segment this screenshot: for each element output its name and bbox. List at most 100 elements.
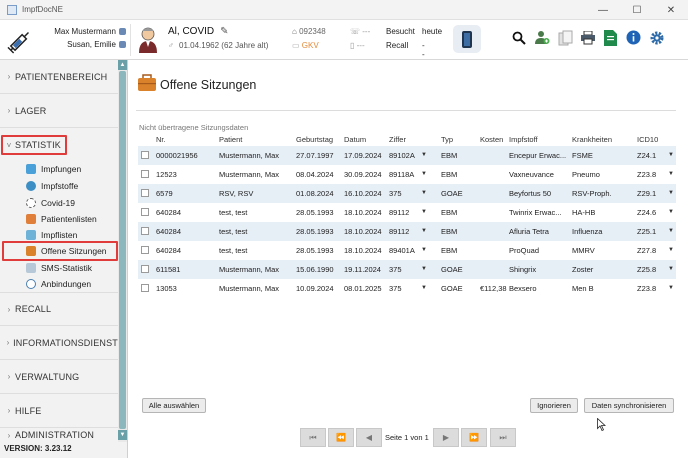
col-kosten[interactable]: Kosten [480,135,503,144]
cell-geburtstag: 15.06.1990 [296,265,334,274]
col-typ[interactable]: Typ [441,135,453,144]
pager-prev-button[interactable]: ◀ [356,428,382,447]
dropdown-arrow-icon[interactable]: ▼ [421,266,427,272]
sidebar-section-hilfe[interactable]: › HILFE [0,394,118,428]
search-icon[interactable] [510,29,527,46]
dropdown-arrow-icon[interactable]: ▼ [421,209,427,215]
row-checkbox[interactable] [141,265,149,273]
document-icon[interactable] [602,29,619,46]
col-geburtstag[interactable]: Geburtstag [296,135,333,144]
cell-icd10: Z25.1 [637,227,657,236]
cell-nr: 0000021956 [156,151,198,160]
clipboard-icon[interactable] [556,29,573,46]
pager-first-button[interactable]: ⏮ [300,428,326,447]
add-user-icon[interactable] [533,29,550,46]
sidebar-item-anbindungen[interactable]: Anbindungen [26,277,91,291]
pager-prev-fast-button[interactable]: ⏪ [328,428,354,447]
dropdown-arrow-icon[interactable]: ▼ [668,228,674,234]
sidebar-item-sms-statistik[interactable]: SMS-Statistik [26,261,92,275]
cell-datum: 18.10.2024 [344,246,382,255]
print-icon[interactable] [579,29,596,46]
table-row[interactable]: 611581 Mustermann, Max 15.06.1990 19.11.202… [138,260,676,279]
col-icd10[interactable]: ICD10 [637,135,658,144]
dropdown-arrow-icon[interactable]: ▼ [668,209,674,215]
pager-next-fast-button[interactable]: ⏩ [461,428,487,447]
visit-label: Besucht [386,27,415,36]
sidebar-section-informationsdienst[interactable]: › INFORMATIONSDIENST [0,326,118,360]
syringe-icon[interactable] [6,27,34,55]
mobile-device-button[interactable] [453,25,481,53]
cell-impfstoff: ProQuad [509,246,540,255]
gear-icon[interactable] [648,29,665,46]
sidebar-item-impfstoffe[interactable]: Impfstoffe [26,179,78,193]
dropdown-arrow-icon[interactable]: ▼ [668,171,674,177]
sidebar-item-impflisten[interactable]: Impflisten [26,228,77,242]
table-row[interactable]: 640284 test, test 28.05.1993 18.10.2024 8911… [138,222,676,241]
cell-typ: EBM [441,246,458,255]
scroll-up-icon[interactable]: ▲ [118,60,127,70]
table-row[interactable]: 12523 Mustermann, Max 08.04.2024 30.09.2024… [138,165,676,184]
dropdown-arrow-icon[interactable]: ▼ [421,171,427,177]
col-datum[interactable]: Datum [344,135,366,144]
scroll-down-icon[interactable]: ▼ [118,430,127,440]
sidebar-item-patientenlisten[interactable]: Patientenlisten [26,212,97,226]
statistik-highlight [1,135,67,155]
sidebar-section-recall[interactable]: › RECALL [0,292,118,326]
col-impfstoff[interactable]: Impfstoff [509,135,538,144]
sidebar-section-patientenbereich[interactable]: › PATIENTENBEREICH [0,60,118,94]
minimize-button[interactable]: — [586,0,620,20]
pager-next-button[interactable]: ▶ [433,428,459,447]
row-checkbox[interactable] [141,246,149,254]
mouse-cursor-icon [597,418,606,431]
patient-id: ⌂ 092348 [292,27,326,36]
row-checkbox[interactable] [141,227,149,235]
scroll-thumb[interactable] [119,71,126,429]
row-checkbox[interactable] [141,208,149,216]
col-patient[interactable]: Patient [219,135,242,144]
sidebar-scrollbar[interactable]: ▲ ▼ [118,60,127,442]
table-row[interactable]: 13053 Mustermann, Max 10.09.2024 08.01.2025… [138,279,676,298]
dropdown-arrow-icon[interactable]: ▼ [668,285,674,291]
edit-icon[interactable]: ✎ [220,26,228,37]
col-nr[interactable]: Nr. [156,135,166,144]
dropdown-arrow-icon[interactable]: ▼ [421,247,427,253]
cell-impfstoff: Shingrix [509,265,537,274]
dropdown-arrow-icon[interactable]: ▼ [668,247,674,253]
dropdown-arrow-icon[interactable]: ▼ [421,285,427,291]
recall-label: Recall [386,41,409,50]
sidebar-section-administration[interactable]: › ADMINISTRATION [0,428,118,440]
col-krankheiten[interactable]: Krankheiten [572,135,612,144]
row-checkbox[interactable] [141,284,149,292]
table-row[interactable]: 6579 RSV, RSV 01.08.2024 16.10.2024 375 ▼ GOAE… [138,184,676,203]
ignore-button[interactable]: Ignorieren [530,398,578,413]
chevron-right-icon: › [6,338,10,347]
table-row[interactable]: 0000021956 Mustermann, Max 27.07.1997 17.09… [138,146,676,165]
pager-last-button[interactable]: ⏭ [490,428,516,447]
dropdown-arrow-icon[interactable]: ▼ [421,190,427,196]
cell-nr: 12523 [156,170,177,179]
table-row[interactable]: 640284 test, test 28.05.1993 18.10.2024 8911… [138,203,676,222]
cell-nr: 611581 [156,265,181,274]
sync-data-button[interactable]: Daten synchronisieren [584,398,674,413]
sidebar-section-lager[interactable]: › LAGER [0,94,118,128]
section-label: VERWALTUNG [15,371,80,382]
dropdown-arrow-icon[interactable]: ▼ [668,190,674,196]
dropdown-arrow-icon[interactable]: ▼ [421,228,427,234]
sidebar-item-impfungen[interactable]: Impfungen [26,162,81,176]
sidebar-section-verwaltung[interactable]: › VERWALTUNG [0,360,118,394]
col-ziffer[interactable]: Ziffer [389,135,406,144]
dropdown-arrow-icon[interactable]: ▼ [668,152,674,158]
table-row[interactable]: 640284 test, test 28.05.1993 18.10.2024 8940… [138,241,676,260]
close-button[interactable]: ✕ [654,0,688,20]
vial-icon [26,181,36,191]
row-checkbox[interactable] [141,151,149,159]
info-icon[interactable] [625,29,642,46]
dropdown-arrow-icon[interactable]: ▼ [421,152,427,158]
maximize-button[interactable]: ☐ [620,0,654,20]
dropdown-arrow-icon[interactable]: ▼ [668,266,674,272]
row-checkbox[interactable] [141,170,149,178]
row-checkbox[interactable] [141,189,149,197]
patient-age: (62 Jahre alt) [221,41,269,50]
sidebar-item-covid[interactable]: Covid-19 [26,196,75,210]
select-all-button[interactable]: Alle auswählen [142,398,206,413]
